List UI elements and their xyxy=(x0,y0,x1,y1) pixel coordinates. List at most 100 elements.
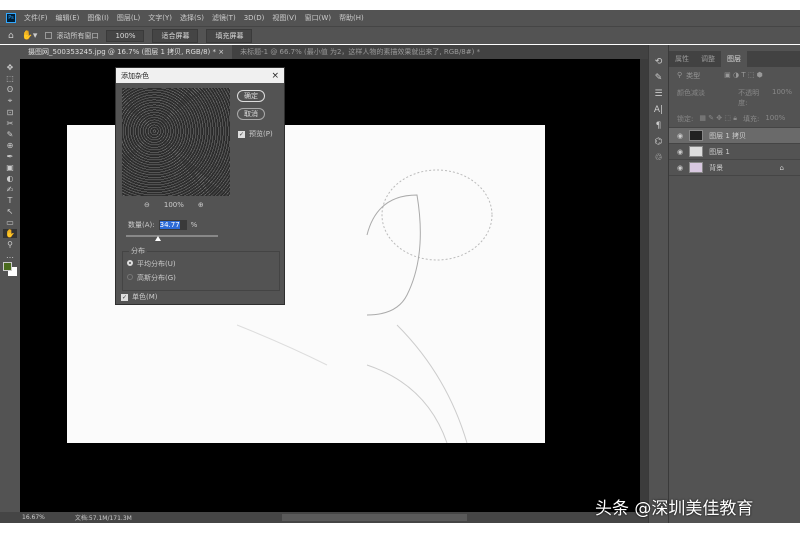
paragraph-icon[interactable]: ¶ xyxy=(656,121,662,131)
layer-row[interactable]: ◉ 背景 ⌂ xyxy=(669,160,800,176)
vertical-scrollbar[interactable] xyxy=(640,59,648,512)
horizontal-scrollbar[interactable] xyxy=(281,514,467,521)
hand-tool-icon[interactable]: ✋▾ xyxy=(22,31,38,41)
menu-type[interactable]: 文字(Y) xyxy=(148,13,172,23)
zoom-tool[interactable]: ⚲ xyxy=(7,240,13,249)
opacity-input[interactable]: 100% xyxy=(772,88,792,108)
preview-checkbox[interactable]: ✓ 预览(P) xyxy=(238,129,273,139)
preview-zoom-level: 100% xyxy=(163,201,184,209)
hand-tool[interactable]: ✋ xyxy=(3,229,17,238)
tab-properties[interactable]: 属性 xyxy=(669,51,695,67)
layer-row[interactable]: ◉ 图层 1 拷贝 xyxy=(669,128,800,144)
dodge-tool[interactable]: ◐ xyxy=(7,174,14,183)
tab-label: 未标题-1 @ 66.7% (最小值 为2，这样人物的素描效果就出来了, RGB… xyxy=(240,48,481,56)
cancel-button[interactable]: 取消 xyxy=(237,108,265,120)
zoom-out-icon[interactable]: ⊖ xyxy=(144,201,150,209)
lasso-tool[interactable]: ʘ xyxy=(7,85,13,94)
gaussian-label: 高斯分布(G) xyxy=(137,274,176,282)
crop-tool[interactable]: ✂ xyxy=(7,119,14,128)
lock-icons[interactable]: ▦ ✎ ✥ ⬚ 🔒︎ xyxy=(699,114,737,124)
ps-logo: Ps xyxy=(6,13,16,23)
layer-name: 图层 1 拷贝 xyxy=(709,131,747,140)
tab-document-1[interactable]: 摄图网_500353245.jpg @ 16.7% (图层 1 拷贝, RGB/… xyxy=(20,45,233,59)
foreground-color[interactable] xyxy=(3,262,12,271)
3d-icon[interactable]: ♲ xyxy=(654,153,662,163)
gradient-tool[interactable]: ▣ xyxy=(6,163,14,172)
menu-help[interactable]: 帮助(H) xyxy=(339,13,364,23)
type-tool[interactable]: T xyxy=(8,196,13,205)
menu-file[interactable]: 文件(F) xyxy=(24,13,48,23)
eye-icon[interactable]: ◉ xyxy=(677,132,683,140)
paths-icon[interactable]: ⌬ xyxy=(655,137,663,147)
fit-screen-button[interactable]: 适合屏幕 xyxy=(152,28,199,43)
uniform-label: 平均分布(U) xyxy=(137,260,176,268)
amount-label: 数量(A): xyxy=(128,221,155,229)
options-bar: ⌂ ✋▾ 滚动所有窗口 100% 适合屏幕 填充屏幕 xyxy=(0,26,800,44)
gaussian-radio[interactable]: 高斯分布(G) xyxy=(127,273,176,283)
menu-layer[interactable]: 图层(L) xyxy=(117,13,140,23)
monochrome-checkbox[interactable]: ✓ 单色(M) xyxy=(121,292,158,302)
layer-thumbnail xyxy=(689,162,704,173)
amount-input[interactable]: 34.77 xyxy=(158,220,187,230)
layers-panel: 属性 调整 图层 ⚲ 类型 ▣ ◑ T ⬚ ⬢ 颜色减淡 不透明度: 100% 锁定… xyxy=(668,45,800,523)
frame-tool[interactable]: ⊡ xyxy=(7,108,14,117)
adjustments-icon[interactable]: ☰ xyxy=(654,89,662,99)
amount-slider[interactable] xyxy=(126,235,218,237)
close-tab-icon[interactable]: × xyxy=(218,48,224,56)
layer-row[interactable]: ◉ 图层 1 xyxy=(669,144,800,160)
path-select-tool[interactable]: ↖ xyxy=(7,207,14,216)
amount-slider-thumb[interactable] xyxy=(155,236,162,241)
marquee-tool[interactable]: ⬚ xyxy=(6,74,14,83)
menu-filter[interactable]: 滤镜(T) xyxy=(212,13,236,23)
tab-document-2[interactable]: 未标题-1 @ 66.7% (最小值 为2，这样人物的素描效果就出来了, RGB… xyxy=(232,45,488,59)
blend-mode-select[interactable]: 颜色减淡 xyxy=(677,88,732,108)
smudge-tool[interactable]: ✍ xyxy=(7,185,14,194)
move-tool[interactable]: ✥ xyxy=(7,63,14,72)
menu-view[interactable]: 视图(V) xyxy=(272,13,296,23)
dialog-titlebar: 添加杂色 × xyxy=(116,68,284,83)
pen-tool[interactable]: ✒ xyxy=(7,152,14,161)
tools-panel: ✥ ⬚ ʘ ⌖ ⊡ ✂ ✎ ⊕ ✒ ▣ ◐ ✍ T ↖ ▭ ✋ ⚲ … xyxy=(0,45,20,512)
zoom-level[interactable]: 16.67% xyxy=(22,514,45,521)
menu-image[interactable]: 图像(I) xyxy=(87,13,109,23)
document-size: 文档:57.1M/171.3M xyxy=(74,515,132,522)
fill-screen-button[interactable]: 填充屏幕 xyxy=(206,28,253,43)
scroll-all-checkbox[interactable]: 滚动所有窗口 xyxy=(45,31,98,41)
tab-adjustments[interactable]: 调整 xyxy=(695,51,721,67)
brush-tool[interactable]: ✎ xyxy=(7,130,14,139)
tab-layers[interactable]: 图层 xyxy=(721,51,747,67)
eye-icon[interactable]: ◉ xyxy=(677,148,683,156)
close-dialog-button[interactable]: × xyxy=(271,71,279,81)
panel-icon-dock: ⟲ ✎ ☰ A| ¶ ⌬ ♲ xyxy=(648,45,668,523)
home-icon[interactable]: ⌂ xyxy=(8,31,14,41)
zoom-in-icon[interactable]: ⊕ xyxy=(198,201,204,209)
brush-settings-icon[interactable]: ✎ xyxy=(655,73,663,83)
uniform-radio[interactable]: 平均分布(U) xyxy=(127,259,176,269)
scroll-all-label: 滚动所有窗口 xyxy=(56,31,99,40)
fill-input[interactable]: 100% xyxy=(765,114,785,124)
distribution-label: 分布 xyxy=(129,246,147,256)
menu-select[interactable]: 选择(S) xyxy=(180,13,204,23)
menu-window[interactable]: 窗口(W) xyxy=(305,13,331,23)
dialog-title: 添加杂色 xyxy=(121,71,149,80)
shape-tool[interactable]: ▭ xyxy=(6,218,14,227)
stamp-tool[interactable]: ⊕ xyxy=(7,141,14,150)
quick-select-tool[interactable]: ⌖ xyxy=(8,96,13,106)
zoom-100-button[interactable]: 100% xyxy=(106,29,145,42)
menu-3d[interactable]: 3D(D) xyxy=(244,14,265,22)
layer-thumbnail xyxy=(689,146,704,157)
noise-preview[interactable] xyxy=(122,88,230,196)
character-icon[interactable]: A| xyxy=(654,105,663,115)
eye-icon[interactable]: ◉ xyxy=(677,164,683,172)
filter-icons[interactable]: ▣ ◑ T ⬚ ⬢ xyxy=(724,71,763,81)
add-noise-dialog: 添加杂色 × 确定 取消 ✓ 预览(P) ⊖ 100% ⊕ 数量(A): 34.77… xyxy=(115,67,285,305)
menu-edit[interactable]: 编辑(E) xyxy=(56,13,80,23)
more-tools[interactable]: … xyxy=(6,251,14,260)
filter-kind[interactable]: ⚲ 类型 ▣ ◑ T ⬚ ⬢ xyxy=(669,67,800,85)
ok-button[interactable]: 确定 xyxy=(237,90,265,102)
color-swatches[interactable] xyxy=(3,262,17,276)
document-tabs: 摄图网_500353245.jpg @ 16.7% (图层 1 拷贝, RGB/… xyxy=(20,45,648,59)
lock-label: 锁定: xyxy=(677,115,694,123)
layer-thumbnail xyxy=(689,130,704,141)
history-icon[interactable]: ⟲ xyxy=(655,57,663,67)
